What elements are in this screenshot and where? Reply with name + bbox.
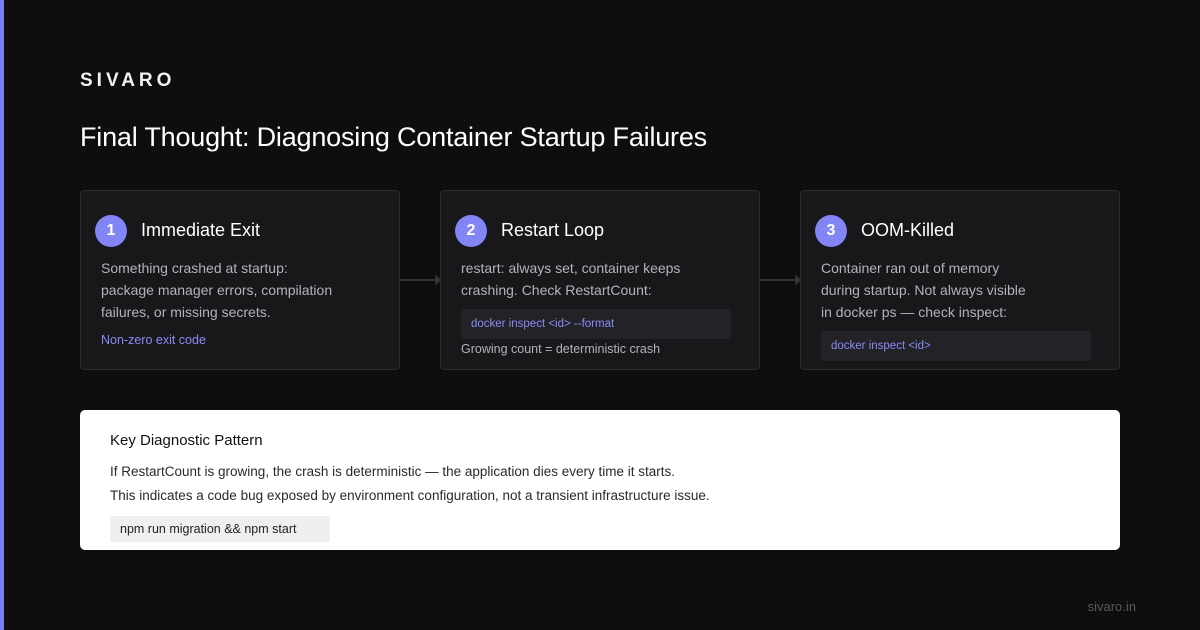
step-description-line: in docker ps — check inspect:	[821, 304, 1007, 320]
arrow-connector	[400, 275, 442, 285]
step-number-badge: 2	[455, 215, 487, 247]
panel-text-line: If RestartCount is growing, the crash is…	[110, 464, 675, 479]
arrow-connector	[760, 275, 802, 285]
step-card-immediate-exit: 1 Immediate Exit Something crashed at st…	[80, 190, 400, 370]
step-description-line: failures, or missing secrets.	[101, 304, 271, 320]
step-description-line: during startup. Not always visible	[821, 282, 1026, 298]
panel-code-snippet: npm run migration && npm start	[110, 516, 330, 542]
code-snippet: docker inspect <id> --format	[461, 309, 731, 339]
step-description: restart: always set, container keeps cra…	[461, 257, 680, 301]
step-card-restart-loop: 2 Restart Loop restart: always set, cont…	[440, 190, 760, 370]
accent-bar	[0, 0, 4, 630]
code-snippet: docker inspect <id>	[821, 331, 1091, 361]
step-number-badge: 1	[95, 215, 127, 247]
panel-title: Key Diagnostic Pattern	[110, 432, 263, 449]
slide: SIVARO Final Thought: Diagnosing Contain…	[0, 0, 1200, 630]
step-number-badge: 3	[815, 215, 847, 247]
step-description-line: package manager errors, compilation	[101, 282, 333, 298]
step-card-oom-killed: 3 OOM-Killed Container ran out of memory…	[800, 190, 1120, 370]
step-note: Growing count = deterministic crash	[461, 342, 661, 356]
brand-logo: SIVARO	[80, 70, 176, 91]
step-description-line: restart: always set, container keeps	[461, 260, 681, 276]
key-pattern-panel: Key Diagnostic Pattern If RestartCount i…	[80, 410, 1120, 550]
footer-url: sivaro.in	[1087, 599, 1136, 614]
step-title: OOM-Killed	[861, 220, 955, 240]
step-description: Container ran out of memory during start…	[821, 257, 1026, 323]
step-description-line: crashing. Check RestartCount:	[461, 282, 652, 298]
step-description-line: Container ran out of memory	[821, 260, 1000, 276]
step-description: Something crashed at startup: package ma…	[101, 257, 332, 323]
step-title: Immediate Exit	[141, 220, 261, 240]
step-title: Restart Loop	[501, 220, 605, 240]
panel-text-line: This indicates a code bug exposed by env…	[110, 488, 710, 503]
page-title: Final Thought: Diagnosing Container Star…	[80, 122, 707, 152]
step-description-line: Something crashed at startup:	[101, 260, 288, 276]
exit-code-label: Non-zero exit code	[101, 333, 206, 347]
